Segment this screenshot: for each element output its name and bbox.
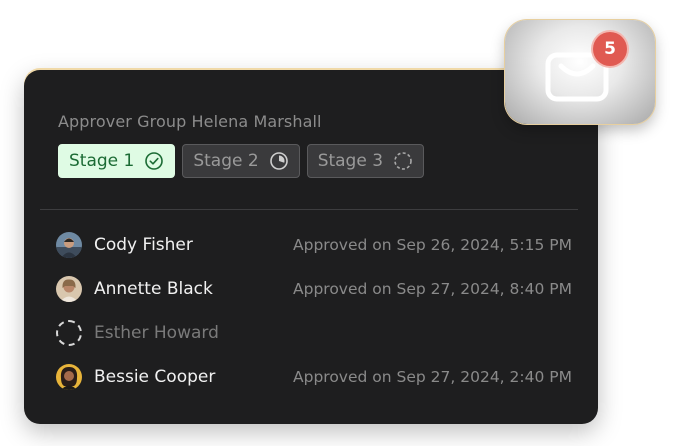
approval-card: Approver Group Helena Marshall Stage 1 S… (24, 70, 598, 424)
dashed-circle-icon (394, 152, 412, 170)
notification-widget[interactable]: 5 (505, 20, 655, 124)
avatar (56, 364, 82, 390)
avatar (56, 232, 82, 258)
approval-status: Approved on Sep 27, 2024, 8:40 PM (293, 280, 572, 298)
approval-status: Approved on Sep 26, 2024, 5:15 PM (293, 236, 572, 254)
approver-name: Cody Fisher (94, 235, 193, 255)
approver-row: Esther Howard (56, 318, 572, 348)
stage-tabs: Stage 1 Stage 2 Stage 3 (58, 144, 425, 178)
notification-count-badge: 5 (593, 32, 627, 66)
approver-name: Annette Black (94, 279, 213, 299)
avatar (56, 276, 82, 302)
divider (40, 209, 578, 210)
pending-avatar-icon (56, 320, 82, 346)
stage-label: Stage 1 (69, 151, 135, 171)
approver-name: Bessie Cooper (94, 367, 216, 387)
stage-label: Stage 2 (193, 151, 259, 171)
stage-label: Stage 3 (317, 151, 384, 171)
approver-row: Cody Fisher Approved on Sep 26, 2024, 5:… (56, 230, 572, 260)
approver-row: Annette Black Approved on Sep 27, 2024, … (56, 274, 572, 304)
approver-name: Esther Howard (94, 323, 219, 343)
approver-row: Bessie Cooper Approved on Sep 27, 2024, … (56, 362, 572, 392)
check-circle-icon (145, 152, 164, 170)
partial-circle-icon (269, 152, 288, 170)
approver-group-title: Approver Group Helena Marshall (58, 112, 322, 131)
tab-stage-1[interactable]: Stage 1 (58, 144, 176, 178)
approval-status: Approved on Sep 27, 2024, 2:40 PM (293, 368, 572, 386)
tab-stage-3[interactable]: Stage 3 (306, 144, 425, 178)
tab-stage-2[interactable]: Stage 2 (182, 144, 300, 178)
